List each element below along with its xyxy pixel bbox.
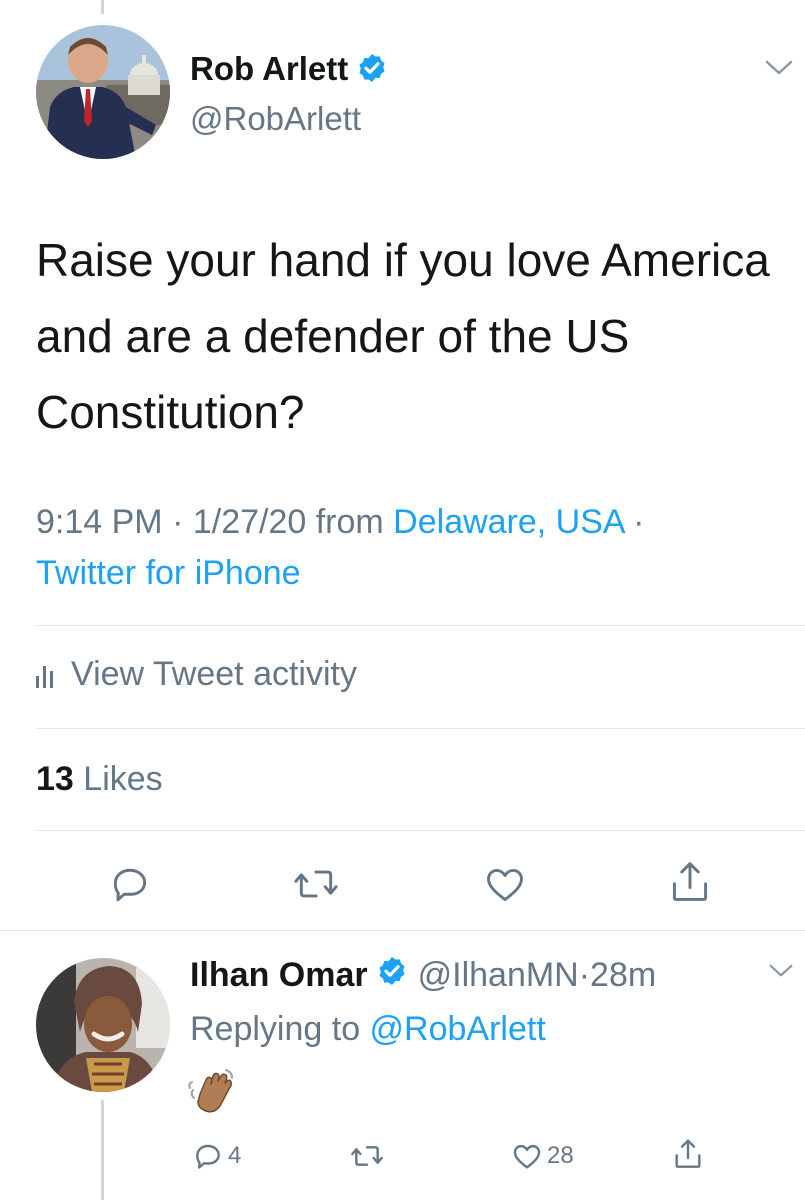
reply-reply-count: 4 xyxy=(228,1142,242,1169)
reply-icon xyxy=(196,1144,220,1169)
reply-author-name[interactable]: Ilhan Omar xyxy=(190,956,368,995)
replying-to: Replying to @RobArlett xyxy=(190,1010,546,1049)
retweet-icon xyxy=(351,1146,383,1166)
reply-timestamp: ·28m xyxy=(578,956,657,994)
verified-badge-icon xyxy=(356,52,388,92)
reply-author-handle[interactable]: @IlhanMN xyxy=(418,956,579,995)
author-name[interactable]: Rob Arlett xyxy=(190,50,388,92)
view-tweet-activity-button[interactable]: View Tweet activity xyxy=(36,655,357,694)
share-icon[interactable] xyxy=(668,858,712,911)
heart-icon xyxy=(513,1144,541,1169)
likes-label: Likes xyxy=(83,760,163,798)
share-icon xyxy=(675,1139,701,1168)
divider xyxy=(36,830,805,831)
thread-line-bottom xyxy=(101,1100,104,1200)
divider xyxy=(36,625,805,626)
activity-label: View Tweet activity xyxy=(71,655,357,693)
author-handle[interactable]: @RobArlett xyxy=(190,100,361,138)
reply-icon[interactable] xyxy=(108,862,152,911)
avatar-ilhan-omar[interactable] xyxy=(36,958,170,1092)
divider xyxy=(36,728,805,729)
waving-hand-icon xyxy=(186,1064,238,1116)
reply-share-button[interactable] xyxy=(672,1136,704,1172)
tweet-meta: 9:14 PM · 1/27/20 from Delaware, USA · T… xyxy=(36,497,776,599)
chevron-down-icon[interactable] xyxy=(768,962,794,985)
reply-like-count: 28 xyxy=(547,1142,574,1169)
retweet-icon[interactable] xyxy=(292,862,340,911)
verified-badge-icon xyxy=(376,955,408,996)
author-name-text[interactable]: Rob Arlett xyxy=(190,50,348,87)
divider xyxy=(0,930,805,931)
bar-chart-icon xyxy=(36,662,53,688)
reply-reply-button[interactable]: 4 xyxy=(192,1140,241,1172)
replying-to-link[interactable]: @RobArlett xyxy=(370,1010,546,1048)
reply-header: Ilhan Omar @IlhanMN ·28m xyxy=(190,955,656,996)
avatar-rob-arlett[interactable] xyxy=(36,25,170,159)
likes-summary[interactable]: 13 Likes xyxy=(36,760,163,799)
tweet-timestamp: 9:14 PM · 1/27/20 from xyxy=(36,503,394,541)
chevron-down-icon[interactable] xyxy=(764,58,794,83)
tweet-text: Raise your hand if you love America and … xyxy=(36,234,770,438)
tweet-source-link[interactable]: Twitter for iPhone xyxy=(36,554,301,592)
reply-retweet-button[interactable] xyxy=(349,1140,385,1172)
reply-like-button[interactable]: 28 xyxy=(511,1140,574,1172)
tweet-location-link[interactable]: Delaware, USA xyxy=(393,503,624,541)
replying-prefix: Replying to xyxy=(190,1010,370,1048)
likes-count: 13 xyxy=(36,760,74,798)
heart-icon[interactable] xyxy=(483,862,527,911)
meta-separator: · xyxy=(623,503,645,541)
thread-line-top xyxy=(101,0,104,14)
